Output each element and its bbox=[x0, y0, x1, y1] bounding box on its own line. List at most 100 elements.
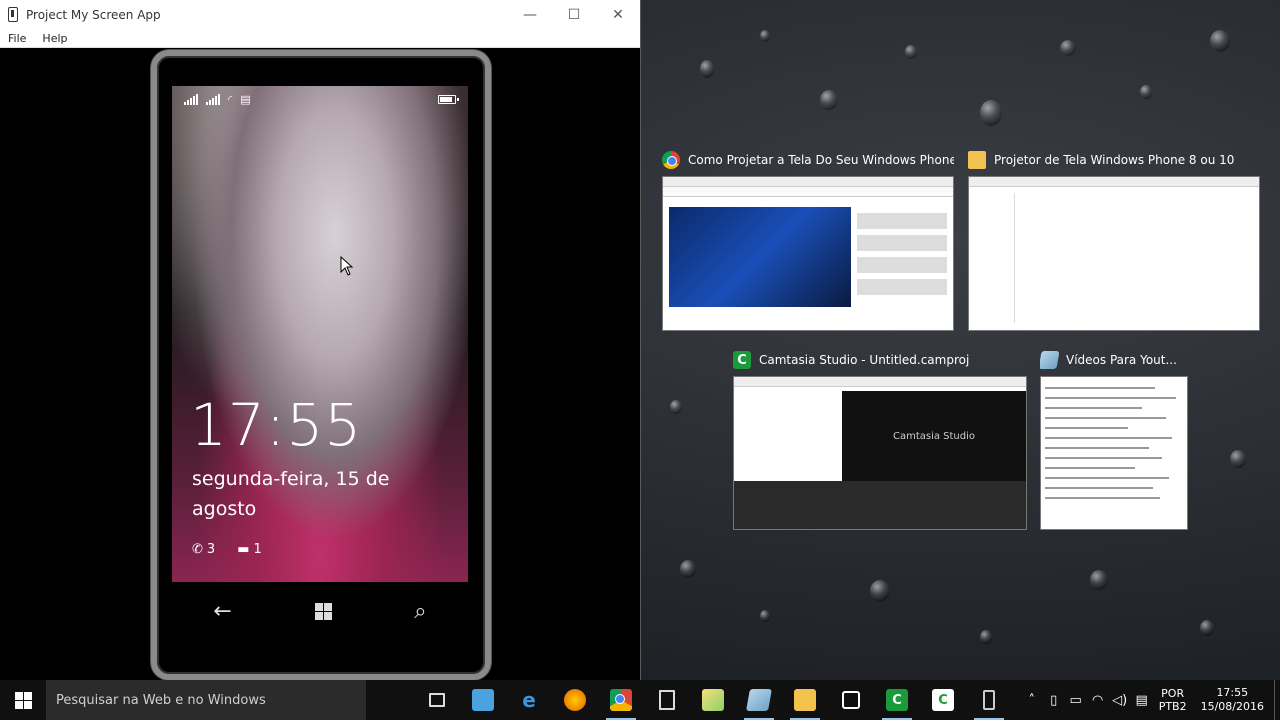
taskbar-app-explorer[interactable] bbox=[782, 680, 828, 720]
window-titlebar[interactable]: Project My Screen App — ☐ ✕ bbox=[0, 0, 640, 29]
taskbar-app-files[interactable] bbox=[690, 680, 736, 720]
droplet bbox=[1090, 570, 1108, 590]
search-icon[interactable]: ⌕ bbox=[414, 599, 426, 624]
window-thumbnail[interactable] bbox=[662, 176, 954, 331]
lock-screen-time: 17:55 bbox=[190, 391, 363, 459]
droplet bbox=[700, 60, 714, 78]
phone-call-icon: ✆ bbox=[192, 542, 203, 557]
droplet bbox=[760, 30, 770, 42]
explorer-ribbon bbox=[969, 177, 1259, 187]
notepad-icon bbox=[746, 689, 772, 711]
wifi-icon: ◜ bbox=[228, 92, 233, 106]
maximize-button[interactable]: ☐ bbox=[552, 0, 596, 29]
missed-calls-count: 3 bbox=[206, 542, 216, 557]
droplet bbox=[870, 580, 890, 602]
taskbar-app-edge[interactable]: e bbox=[506, 680, 552, 720]
project-my-screen-window[interactable]: Project My Screen App — ☐ ✕ File Help ◜ … bbox=[0, 0, 641, 682]
menu-help[interactable]: Help bbox=[42, 32, 67, 45]
camtasia-menubar bbox=[734, 377, 1026, 387]
system-tray: ˄ ▯ ▭ ◠ ◁) ▤ POR PTB2 17:55 15/08/2016 bbox=[1021, 680, 1280, 720]
browser-tabbar bbox=[663, 177, 953, 187]
browser-addressbar bbox=[663, 187, 953, 197]
taskbar-app-project-my-screen[interactable] bbox=[966, 680, 1012, 720]
menubar: File Help bbox=[0, 29, 640, 48]
back-icon[interactable]: ← bbox=[213, 599, 231, 624]
signal-icon bbox=[184, 93, 198, 105]
taskbar-app-chrome[interactable] bbox=[598, 680, 644, 720]
store-icon bbox=[842, 691, 860, 709]
camtasia-recorder-icon: C bbox=[932, 689, 954, 711]
network-icon[interactable]: ◠ bbox=[1087, 693, 1109, 708]
folder-icon bbox=[968, 151, 986, 169]
message-icon: ▬ bbox=[237, 542, 250, 557]
taskbar-app-camtasia-recorder[interactable]: C bbox=[920, 680, 966, 720]
messages-count: 1 bbox=[253, 542, 262, 557]
taskbar-app-camtasia[interactable]: C bbox=[874, 680, 920, 720]
droplet bbox=[1060, 40, 1076, 56]
calculator-icon bbox=[659, 690, 675, 710]
volume-icon[interactable]: ◁) bbox=[1109, 693, 1131, 708]
taskview-window-explorer[interactable]: Projetor de Tela Windows Phone 8 ou 10 bbox=[968, 150, 1260, 331]
window-thumbnail[interactable] bbox=[968, 176, 1260, 331]
window-controls: — ☐ ✕ bbox=[508, 0, 640, 29]
task-view-button[interactable] bbox=[414, 680, 460, 720]
minimize-button[interactable]: — bbox=[508, 0, 552, 29]
windows-start-icon bbox=[14, 691, 32, 709]
usb-icon[interactable]: ▯ bbox=[1043, 693, 1065, 708]
close-button[interactable]: ✕ bbox=[596, 0, 640, 29]
video-preview bbox=[669, 207, 851, 307]
lock-screen-date: segunda-feira, 15 de agosto bbox=[192, 468, 390, 520]
taskbar-app-notepad[interactable] bbox=[736, 680, 782, 720]
taskbar-pinned-apps: e C C bbox=[414, 680, 1012, 720]
signal-icon bbox=[206, 93, 220, 105]
show-desktop-button[interactable] bbox=[1274, 680, 1280, 720]
taskview-title: Projetor de Tela Windows Phone 8 ou 10 bbox=[994, 153, 1235, 167]
notifications-icon[interactable]: ▤ bbox=[1131, 693, 1153, 708]
droplet bbox=[820, 90, 838, 110]
camtasia-timeline bbox=[734, 481, 1026, 529]
taskview-window-chrome[interactable]: Como Projetar a Tela Do Seu Windows Phon… bbox=[662, 150, 954, 331]
windows-icon[interactable] bbox=[314, 602, 332, 620]
taskbar-app-store[interactable] bbox=[828, 680, 874, 720]
phone-icon bbox=[983, 690, 995, 710]
taskview-window-camtasia[interactable]: C Camtasia Studio - Untitled.camproj Cam… bbox=[733, 350, 1027, 530]
taskview-title: Camtasia Studio - Untitled.camproj bbox=[759, 353, 970, 367]
taskbar-app-firefox[interactable] bbox=[552, 680, 598, 720]
firefox-icon bbox=[564, 689, 586, 711]
notepad-icon bbox=[1040, 351, 1060, 369]
phone-app-icon bbox=[8, 7, 18, 22]
taskview-window-notepad[interactable]: Vídeos Para Yout... bbox=[1040, 350, 1188, 530]
message-status-icon: ▤ bbox=[240, 92, 251, 106]
start-button[interactable] bbox=[0, 680, 46, 720]
taskbar-clock[interactable]: 17:55 15/08/2016 bbox=[1201, 686, 1264, 714]
task-view-icon bbox=[429, 693, 445, 707]
taskbar-app-desktop[interactable] bbox=[460, 680, 506, 720]
phone-lock-screen[interactable]: ◜ ▤ 17:55 segunda-feira, 15 de agosto ✆ 3… bbox=[172, 86, 468, 582]
language-indicator[interactable]: POR PTB2 bbox=[1159, 687, 1187, 713]
taskbar-app-calculator[interactable] bbox=[644, 680, 690, 720]
window-thumbnail[interactable]: Camtasia Studio bbox=[733, 376, 1027, 530]
menu-file[interactable]: File bbox=[8, 32, 26, 45]
search-placeholder: Pesquisar na Web e no Windows bbox=[56, 692, 266, 708]
phone-nav-bar: ← ⌕ bbox=[172, 586, 468, 636]
chevron-up-icon[interactable]: ˄ bbox=[1021, 693, 1043, 708]
taskview-title: Vídeos Para Yout... bbox=[1066, 353, 1177, 367]
phone-frame: ◜ ▤ 17:55 segunda-feira, 15 de agosto ✆ 3… bbox=[151, 50, 491, 680]
explorer-icon bbox=[794, 689, 816, 711]
droplet bbox=[1230, 450, 1246, 468]
taskview-title: Como Projetar a Tela Do Seu Windows Phon… bbox=[688, 153, 954, 167]
droplet bbox=[980, 630, 992, 644]
window-thumbnail[interactable] bbox=[1040, 376, 1188, 530]
droplet bbox=[1140, 85, 1152, 99]
taskbar-search[interactable]: Pesquisar na Web e no Windows bbox=[46, 680, 366, 720]
lock-screen-notifications: ✆ 3 ▬ 1 bbox=[192, 542, 262, 557]
files-icon bbox=[702, 689, 724, 711]
notepad-text bbox=[1041, 377, 1187, 517]
camtasia-canvas: Camtasia Studio bbox=[842, 391, 1026, 481]
battery-icon[interactable]: ▭ bbox=[1065, 693, 1087, 708]
related-videos bbox=[857, 213, 947, 301]
taskbar: Pesquisar na Web e no Windows e C C ˄ ▯ … bbox=[0, 680, 1280, 720]
chrome-icon bbox=[610, 689, 632, 711]
droplet bbox=[1210, 30, 1230, 52]
droplet bbox=[670, 400, 682, 414]
